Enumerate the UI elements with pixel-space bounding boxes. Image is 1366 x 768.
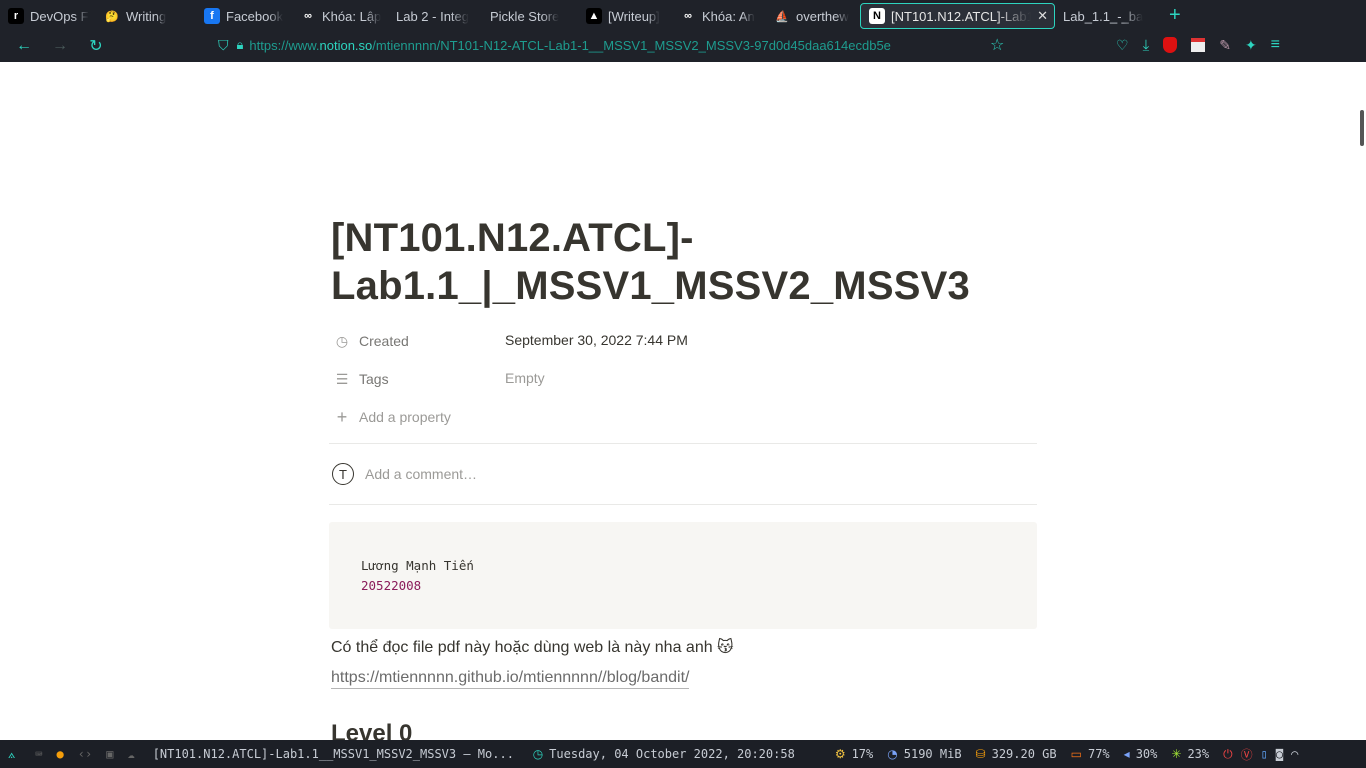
back-icon[interactable]: ← — [12, 34, 36, 58]
add-property-button[interactable]: + Add a property — [333, 406, 451, 428]
datetime: ◷ Tuesday, 04 October 2022, 20:20:58 — [532, 747, 795, 761]
notion-icon: N — [869, 8, 885, 24]
tab-4[interactable]: Lab 2 - Integ — [388, 3, 482, 29]
notes-tray-icon[interactable]: ▯ — [1261, 747, 1268, 761]
blog-link[interactable]: https://mtiennnnn.github.io/mtiennnnn//b… — [331, 668, 690, 689]
terminal-icon[interactable]: ⌨ — [35, 747, 42, 761]
writeup-icon: ▲ — [586, 8, 602, 24]
code-icon[interactable]: ‹› — [78, 747, 92, 761]
disk-usage: ⛁ 329.20 GB — [975, 747, 1057, 761]
memory-icon: ◔ — [887, 747, 898, 761]
property-label: Created — [359, 333, 409, 349]
battery-level: ▭ 77% — [1070, 747, 1110, 761]
lock-icon[interactable]: 🔒︎ — [237, 37, 244, 53]
divider — [329, 443, 1037, 444]
tab-label: [Writeup] — [608, 8, 660, 24]
code-block[interactable]: Lương Mạnh Tiến 20522008 — [329, 522, 1037, 629]
pocket-icon[interactable]: ♡ — [1116, 37, 1129, 54]
disk-icon: ⛁ — [975, 747, 986, 761]
window-title: [NT101.N12.ATCL]-Lab1.1__MSSV1_MSSV2_MSS… — [152, 747, 513, 761]
clock-icon: ◷ — [335, 332, 349, 349]
shield-icon[interactable]: ⛉ — [218, 37, 229, 54]
tab-bar: r DevOps F 🤔 Writing f Facebook ∞ Khóa: Lập Lab … — [0, 0, 1366, 30]
speaker-icon: ◂ — [1123, 747, 1130, 761]
list-icon: ☰ — [335, 370, 349, 387]
property-created[interactable]: ◷ Created — [333, 330, 409, 352]
tab-0[interactable]: r DevOps F — [0, 3, 96, 29]
code-line-name: Lương Mạnh Tiến — [361, 558, 474, 573]
tab-9[interactable]: N [NT101.N12.ATCL]-Lab1 ✕ — [860, 3, 1055, 29]
volume-level[interactable]: ◂ 30% — [1124, 747, 1158, 761]
thinking-emoji-icon: 🤔 — [105, 10, 119, 23]
tab-6[interactable]: ▲ [Writeup] — [578, 3, 672, 29]
created-value: September 30, 2022 7:44 PM — [505, 332, 688, 348]
calendar-extension-icon[interactable] — [1191, 38, 1206, 52]
tab-label: Khóa: Lập — [322, 8, 382, 24]
code-line-id: 20522008 — [361, 578, 422, 593]
tab-label: DevOps F — [30, 8, 89, 24]
clock-icon: ◷ — [532, 747, 544, 761]
launcher-icon[interactable]: ⟑ — [8, 747, 15, 762]
notion-page: [NT101.N12.ATCL]-Lab1.1_|_MSSV1_MSSV2_MS… — [0, 62, 1366, 740]
tab-7[interactable]: ∞ Khóa: An — [672, 3, 766, 29]
tab-2[interactable]: f Facebook — [196, 3, 292, 29]
tab-8[interactable]: ⛵ overthew — [766, 3, 860, 29]
overthewire-icon: ⛵ — [775, 10, 789, 23]
devops-icon: r — [8, 8, 24, 24]
ublock-icon[interactable] — [1163, 37, 1178, 53]
power-icon[interactable]: ⏻ — [1223, 747, 1233, 762]
chat-icon[interactable]: ☁ — [127, 747, 134, 761]
tab-label: overthew — [796, 8, 849, 24]
brightness-icon: ✳ — [1171, 747, 1182, 761]
extension-icon[interactable]: ✦ — [1245, 37, 1257, 54]
heading-level-0: Level 0 — [331, 720, 413, 740]
cpu-usage: ⚙ 17% — [834, 747, 874, 761]
memory-usage: ◔ 5190 MiB — [887, 747, 962, 761]
menu-icon[interactable]: ≡ — [1271, 36, 1280, 54]
bookmark-star-icon[interactable]: ☆ — [990, 35, 1004, 55]
tab-label: Writing — [126, 8, 167, 24]
firefox-icon[interactable]: ● — [57, 747, 64, 761]
box-icon[interactable]: ▣ — [106, 747, 113, 761]
battery-icon: ▭ — [1070, 747, 1082, 761]
tab-label: [NT101.N12.ATCL]-Lab1 — [891, 8, 1032, 24]
url-text[interactable]: https://www.notion.so/mtiennnnn/NT101-N1… — [249, 38, 949, 53]
url-bar[interactable]: ⛉ 🔒︎ https://www.notion.so/mtiennnnn/NT1… — [208, 33, 1020, 57]
property-label: Tags — [359, 371, 389, 387]
vivaldi-tray-icon[interactable]: Ⓥ — [1241, 746, 1253, 763]
tab-label: Khóa: An — [702, 8, 755, 24]
facebook-icon: f — [204, 8, 220, 24]
page-title[interactable]: [NT101.N12.ATCL]-Lab1.1_|_MSSV1_MSSV2_MS… — [331, 214, 1031, 310]
tags-value[interactable]: Empty — [505, 370, 545, 386]
forward-icon[interactable]: → — [48, 34, 72, 58]
moodle-icon: ∞ — [304, 10, 312, 22]
divider — [329, 504, 1037, 505]
reload-icon[interactable]: ↻ — [84, 34, 108, 58]
tab-label: Facebook — [226, 8, 284, 24]
add-property-label: Add a property — [359, 409, 451, 425]
scrollbar[interactable] — [1360, 110, 1364, 146]
download-icon[interactable]: ⤓ — [1143, 37, 1150, 54]
tab-label: Pickle Store — [490, 8, 560, 24]
brightness-level[interactable]: ✳ 23% — [1171, 747, 1209, 761]
property-tags[interactable]: ☰ Tags — [333, 368, 389, 390]
moodle-icon: ∞ — [684, 10, 692, 22]
wifi-icon[interactable]: ◠ — [1291, 747, 1298, 761]
plus-icon: + — [336, 406, 348, 427]
avatar: T — [332, 463, 354, 485]
tab-label: Lab_1.1_-_ba — [1063, 8, 1144, 24]
tab-5[interactable]: Pickle Store — [482, 3, 578, 29]
tab-1[interactable]: 🤔 Writing — [96, 3, 196, 29]
cpu-icon: ⚙ — [834, 747, 846, 761]
close-icon[interactable]: ✕ — [1037, 8, 1048, 24]
new-tab-icon[interactable]: + — [1169, 5, 1181, 25]
comment-input[interactable]: Add a comment… — [365, 466, 477, 482]
color-picker-icon[interactable]: ✎ — [1219, 37, 1231, 54]
tab-3[interactable]: ∞ Khóa: Lập — [292, 3, 388, 29]
tab-label: Lab 2 - Integ — [396, 8, 469, 24]
tab-10[interactable]: Lab_1.1_-_ba — [1055, 3, 1159, 29]
paragraph: Có thể đọc file pdf này hoặc dùng web là… — [331, 639, 734, 656]
status-bar: ⟑ ⌨ ● ‹› ▣ ☁ [NT101.N12.ATCL]-Lab1.1__MS… — [0, 740, 1366, 768]
discord-tray-icon[interactable]: ◙ — [1276, 747, 1283, 761]
